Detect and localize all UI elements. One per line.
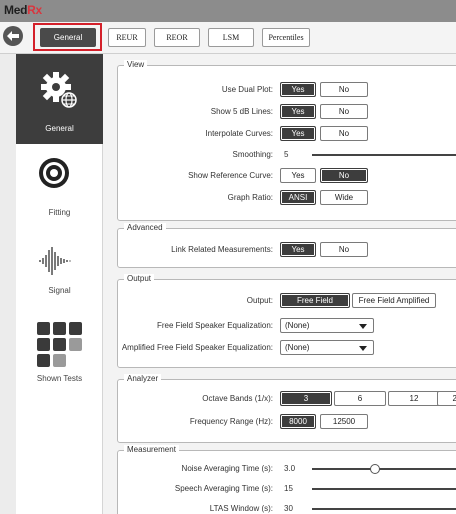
smoothing-row: Smoothing: 5 [118, 147, 456, 163]
sidebar-item-label: Signal [48, 286, 71, 295]
ff-eq-select[interactable]: (None) [280, 318, 374, 333]
sidebar-item-shown-tests[interactable]: Shown Tests [16, 316, 103, 396]
ltas-row: LTAS Window (s): 30 [118, 501, 456, 514]
ff-eq-label: Free Field Speaker Equalization: [156, 321, 273, 330]
output-free-field-button[interactable]: Free Field [280, 293, 350, 308]
freq-label: Frequency Range (Hz): [189, 417, 273, 426]
title-bar: MedRx [0, 0, 456, 22]
speech-label: Speech Averaging Time (s): [174, 484, 273, 493]
advanced-group: Advanced Link Related Measurements: Yes … [117, 223, 456, 268]
waveform-icon [39, 247, 71, 275]
dual-plot-label: Use Dual Plot: [221, 85, 273, 94]
ff-eq-row: Free Field Speaker Equalization: (None) [118, 318, 456, 334]
octave-label: Octave Bands (1/x): [202, 394, 273, 403]
graph-ratio-ansi-button[interactable]: ANSI [280, 190, 316, 205]
reference-label: Show Reference Curve: [188, 171, 273, 180]
sidebar-item-label: Fitting [48, 208, 71, 217]
active-tab-highlight [33, 23, 102, 51]
dual-plot-no-button[interactable]: No [320, 82, 368, 97]
tab-reur[interactable]: REUR [108, 28, 146, 47]
aff-eq-label: Amplified Free Field Speaker Equalizatio… [121, 343, 273, 352]
freq-row: Frequency Range (Hz): 8000 12500 [118, 414, 456, 430]
octave-12-button[interactable]: 12 [388, 391, 440, 406]
link-label: Link Related Measurements: [171, 245, 273, 254]
link-row: Link Related Measurements: Yes No [118, 242, 456, 258]
group-title: View [124, 60, 148, 69]
noise-row: Noise Averaging Time (s): 3.0 [118, 461, 456, 477]
output-free-field-amplified-button[interactable]: Free Field Amplified [352, 293, 436, 308]
view-group: View Use Dual Plot: Yes No Show 5 dB Lin… [117, 60, 456, 221]
arrow-left-icon [7, 31, 19, 41]
graph-ratio-row: Graph Ratio: ANSI Wide [118, 190, 456, 206]
db-lines-label: Show 5 dB Lines: [210, 107, 273, 116]
interpolate-yes-button[interactable]: Yes [280, 126, 316, 141]
octave-24-button[interactable]: 24 [437, 391, 456, 406]
ff-eq-value: (None) [285, 321, 310, 330]
db-lines-yes-button[interactable]: Yes [280, 104, 316, 119]
link-yes-button[interactable]: Yes [280, 242, 316, 257]
speech-slider[interactable] [312, 488, 456, 490]
measurement-group: Measurement Noise Averaging Time (s): 3.… [117, 445, 456, 514]
reference-row: Show Reference Curve: Yes No [118, 168, 456, 184]
aff-eq-select[interactable]: (None) [280, 340, 374, 355]
ltas-label: LTAS Window (s): [209, 504, 273, 513]
sidebar-item-general[interactable]: General [16, 54, 103, 144]
db-lines-row: Show 5 dB Lines: Yes No [118, 104, 456, 120]
group-title: Measurement [124, 445, 179, 454]
target-icon [39, 158, 69, 188]
sidebar-item-label: Shown Tests [36, 374, 83, 383]
group-title: Analyzer [124, 374, 162, 383]
noise-value: 3.0 [284, 464, 296, 473]
group-title: Output [124, 274, 155, 283]
freq-12500-button[interactable]: 12500 [320, 414, 368, 429]
chevron-down-icon [359, 346, 367, 351]
settings-panel: View Use Dual Plot: Yes No Show 5 dB Lin… [103, 54, 456, 514]
grid-tiles-icon [37, 322, 82, 367]
reference-yes-button[interactable]: Yes [280, 168, 316, 183]
aff-eq-value: (None) [285, 343, 310, 352]
db-lines-no-button[interactable]: No [320, 104, 368, 119]
speech-row: Speech Averaging Time (s): 15 [118, 481, 456, 497]
graph-ratio-wide-button[interactable]: Wide [320, 190, 368, 205]
sidebar: General Fitting Signal Shown Tests [16, 54, 103, 514]
sidebar-item-signal[interactable]: Signal [16, 240, 103, 312]
dual-plot-row: Use Dual Plot: Yes No [118, 82, 456, 98]
output-group: Output Output: Free Field Free Field Amp… [117, 274, 456, 368]
analyzer-group: Analyzer Octave Bands (1/x): 3 6 12 24 F… [117, 374, 456, 443]
link-no-button[interactable]: No [320, 242, 368, 257]
app-logo: MedRx [4, 3, 42, 17]
chevron-down-icon [359, 324, 367, 329]
graph-ratio-label: Graph Ratio: [227, 193, 273, 202]
octave-row: Octave Bands (1/x): 3 6 12 24 [118, 391, 456, 407]
gear-globe-icon [41, 72, 77, 108]
noise-slider-thumb[interactable] [370, 464, 381, 474]
tab-lsm[interactable]: LSM [208, 28, 254, 47]
noise-label: Noise Averaging Time (s): [181, 464, 273, 473]
sidebar-item-fitting[interactable]: Fitting [16, 150, 103, 222]
smoothing-value: 5 [284, 150, 289, 159]
tab-percentiles[interactable]: Percentiles [262, 28, 310, 47]
sidebar-item-label: General [45, 124, 74, 133]
freq-8000-button[interactable]: 8000 [280, 414, 316, 429]
dual-plot-yes-button[interactable]: Yes [280, 82, 316, 97]
interpolate-row: Interpolate Curves: Yes No [118, 126, 456, 142]
back-button[interactable] [3, 26, 23, 46]
output-label: Output: [246, 296, 273, 305]
group-title: Advanced [124, 223, 166, 232]
ltas-value: 30 [284, 504, 293, 513]
smoothing-label: Smoothing: [232, 150, 273, 159]
smoothing-slider[interactable] [312, 154, 456, 156]
octave-6-button[interactable]: 6 [334, 391, 386, 406]
sidebar-strip [0, 54, 16, 514]
noise-slider[interactable] [312, 468, 456, 470]
interpolate-label: Interpolate Curves: [205, 129, 273, 138]
tab-reor[interactable]: REOR [154, 28, 200, 47]
reference-no-button[interactable]: No [320, 168, 368, 183]
interpolate-no-button[interactable]: No [320, 126, 368, 141]
octave-3-button[interactable]: 3 [280, 391, 332, 406]
output-row: Output: Free Field Free Field Amplified [118, 293, 456, 309]
ltas-slider[interactable] [312, 508, 456, 510]
aff-eq-row: Amplified Free Field Speaker Equalizatio… [118, 340, 456, 356]
speech-value: 15 [284, 484, 293, 493]
